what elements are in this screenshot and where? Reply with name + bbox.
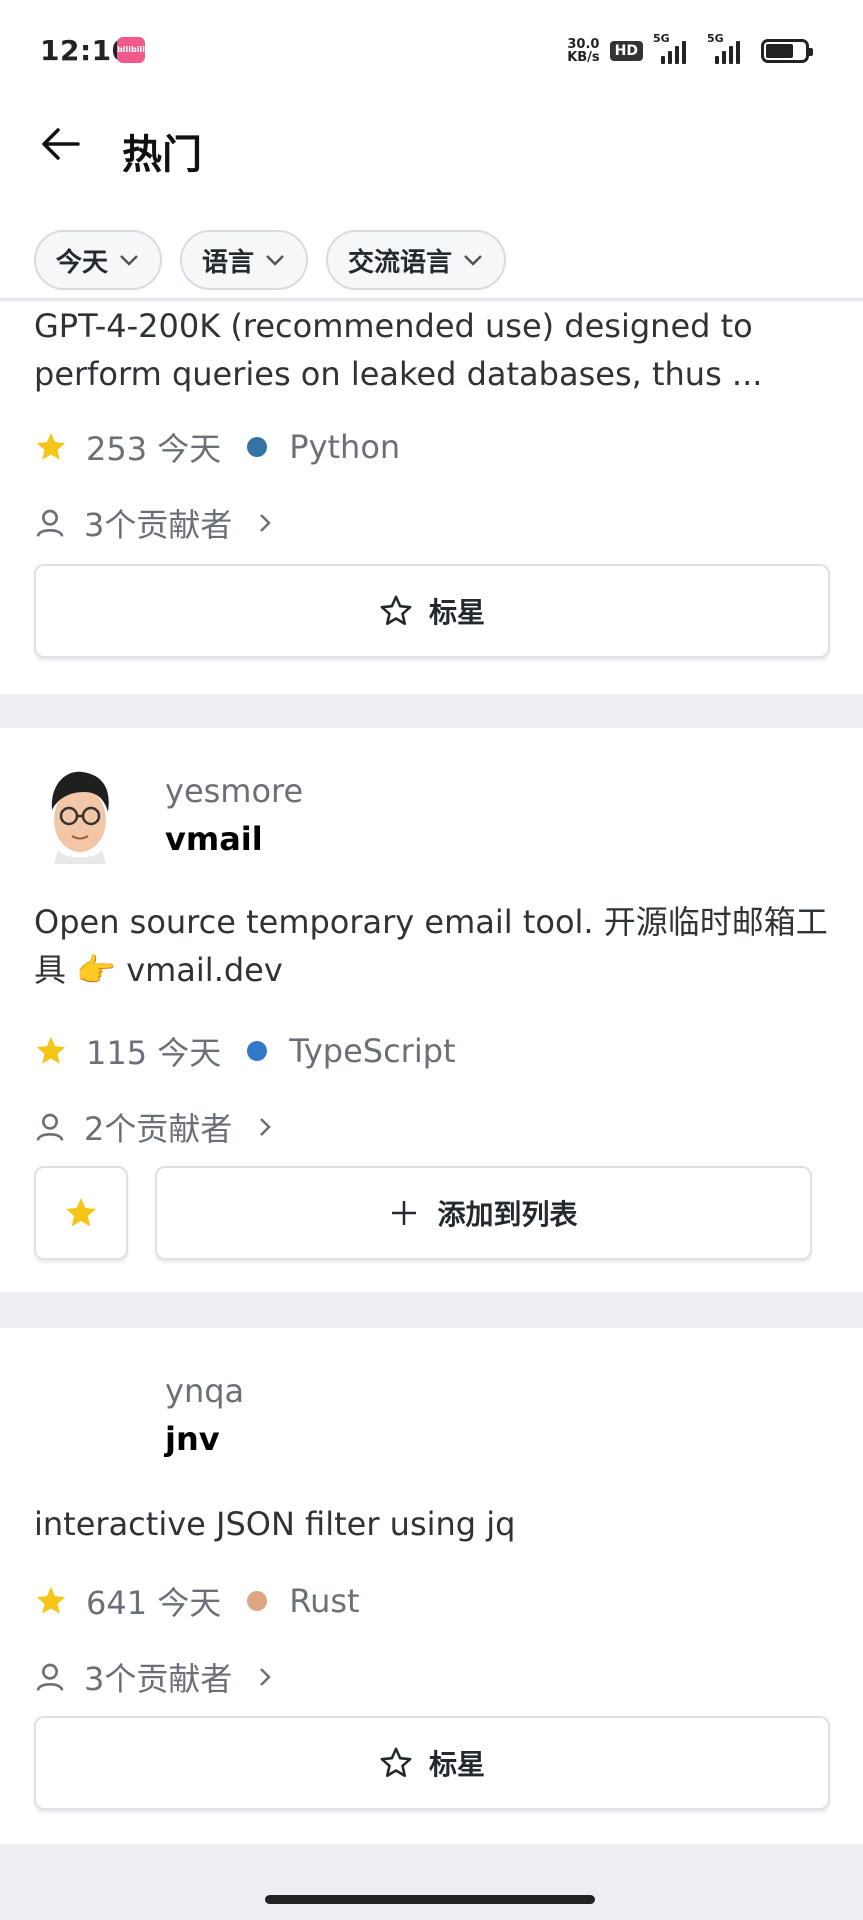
repo-card[interactable]: GPT-4-200K (recommended use) designed to… (0, 302, 863, 694)
stars-today: 115 今天 (86, 1034, 222, 1072)
chevron-right-icon (260, 514, 272, 532)
signal-icon-2: 5G (707, 32, 751, 64)
user-icon (36, 1113, 64, 1141)
filter-date[interactable]: 今天 (34, 230, 163, 290)
star-outline-icon (380, 595, 412, 626)
repo-name[interactable]: vmail (165, 820, 263, 858)
repo-card[interactable]: yesmore vmail Open source temporary emai… (0, 728, 863, 1292)
user-icon (36, 509, 64, 537)
hd-icon: HD (609, 41, 643, 61)
status-bar: 12:10 bilibili 30.0 KB/s HD 5G 5G (0, 0, 863, 100)
repo-meta: 641 今天 Rust (34, 1578, 360, 1624)
add-to-list-button[interactable]: 添加到列表 (155, 1166, 812, 1260)
stars-today: 641 今天 (86, 1584, 222, 1622)
star-filled-icon (36, 1586, 66, 1614)
plus-icon (392, 1201, 417, 1225)
avatar (51, 771, 109, 864)
status-icons: 30.0 KB/s HD 5G 5G (567, 32, 813, 68)
home-indicator[interactable] (265, 1895, 595, 1904)
contributors-link[interactable]: 2个贡献者 (34, 1104, 276, 1150)
chevron-down-icon (120, 255, 138, 266)
chevron-right-icon (260, 1668, 272, 1686)
language-color-dot (247, 1591, 268, 1611)
repo-card[interactable]: ynqa jnv interactive JSON filter using j… (0, 1328, 863, 1844)
filter-bar: 今天 语言 交流语言 (34, 230, 507, 290)
repo-language: Python (289, 428, 401, 466)
page-title: 热门 (122, 132, 202, 178)
repo-owner[interactable]: yesmore (165, 772, 303, 810)
repo-name[interactable]: jnv (165, 1420, 220, 1458)
repo-description: interactive JSON filter using jq (34, 1505, 516, 1543)
star-filled-icon (36, 432, 66, 460)
battery-fill (766, 44, 793, 58)
repo-description: Open source temporary email tool. 开源临时邮箱… (34, 903, 828, 989)
chevron-right-icon (260, 1118, 272, 1136)
star-outline-icon (380, 1747, 412, 1778)
unstar-button[interactable] (34, 1166, 128, 1260)
repo-language: Rust (289, 1582, 360, 1620)
language-color-dot (247, 437, 268, 457)
network-speed: 30.0 KB/s (567, 37, 600, 65)
repo-language: TypeScript (289, 1032, 456, 1070)
app-header: 热门 今天 语言 交流语言 (0, 100, 863, 300)
repo-description: GPT-4-200K (recommended use) designed to… (34, 307, 763, 393)
chevron-down-icon (266, 255, 284, 266)
repo-owner[interactable]: ynqa (165, 1372, 244, 1410)
star-filled-icon (66, 1198, 96, 1227)
filter-language[interactable]: 语言 (180, 230, 309, 290)
signal-icon: 5G (653, 32, 697, 64)
battery-icon (761, 39, 813, 63)
star-button[interactable]: 标星 (34, 1716, 830, 1810)
repo-meta: 253 今天 Python (34, 424, 400, 470)
chevron-down-icon (464, 255, 482, 266)
bilibili-app-icon: bilibili (117, 37, 145, 63)
star-filled-icon (36, 1036, 66, 1064)
contributors-link[interactable]: 3个贡献者 (34, 1654, 276, 1700)
user-icon (36, 1663, 64, 1691)
stars-today: 253 今天 (86, 430, 222, 468)
language-color-dot (247, 1041, 268, 1061)
filter-spoken-language[interactable]: 交流语言 (326, 230, 507, 290)
back-button[interactable] (38, 122, 82, 166)
star-button[interactable]: 标星 (34, 564, 830, 658)
arrow-left-icon (42, 128, 80, 160)
repo-meta: 115 今天 TypeScript (34, 1028, 456, 1074)
contributors-link[interactable]: 3个贡献者 (34, 500, 276, 546)
